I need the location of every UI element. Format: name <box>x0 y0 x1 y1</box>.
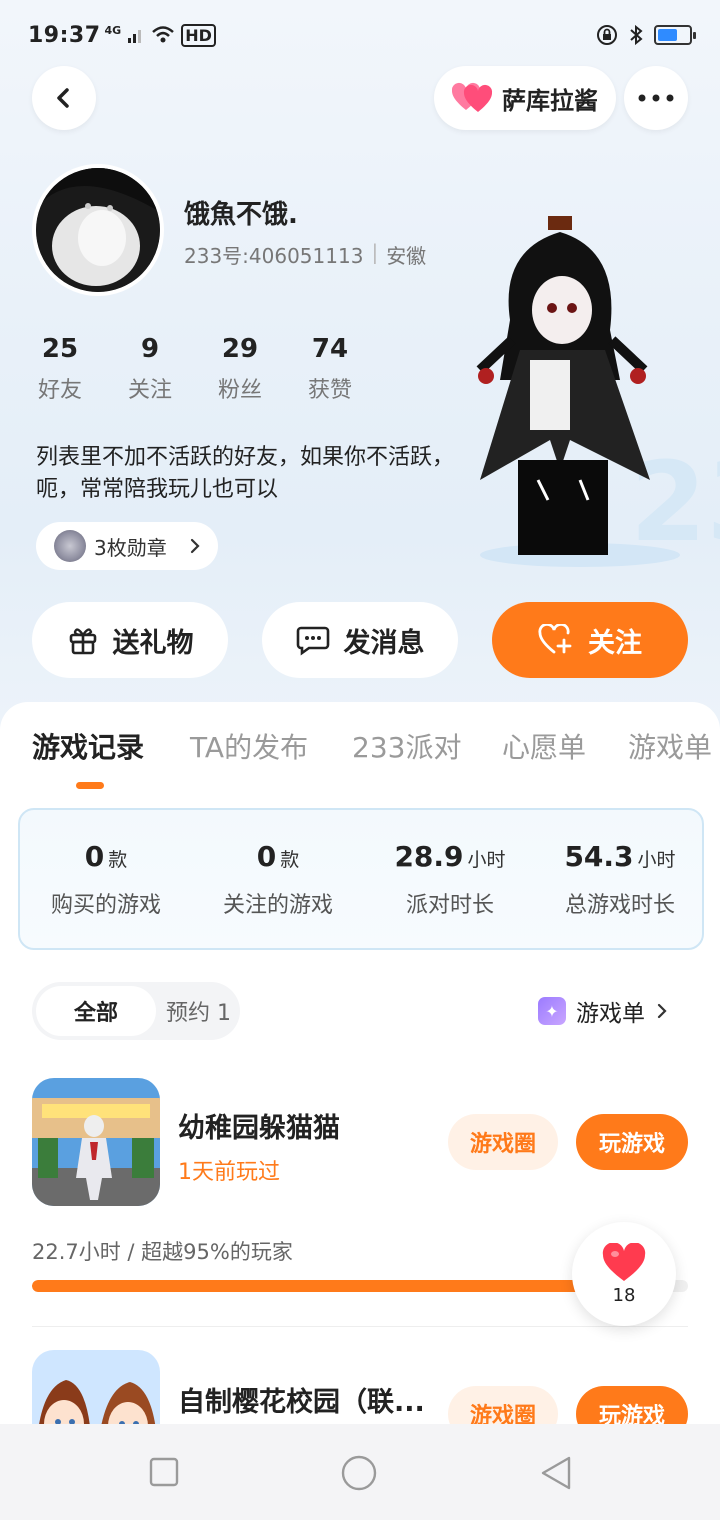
friend-pill-button[interactable]: 萨库拉酱 <box>434 66 616 130</box>
user-id: 233号:406051113 <box>184 244 364 268</box>
battery-icon <box>654 25 696 45</box>
chevron-right-icon <box>657 1003 667 1019</box>
list-divider <box>32 1326 688 1327</box>
medal-icon <box>54 530 86 562</box>
summary-value: 28.9 <box>394 840 464 873</box>
send-gift-label: 送礼物 <box>112 627 194 659</box>
stat-label: 获赞 <box>307 378 352 403</box>
hd-icon: HD <box>181 23 216 47</box>
home-icon[interactable] <box>340 1454 378 1492</box>
stat-value: 9 <box>140 334 160 364</box>
game-summary: 0款 购买的游戏 0款 关注的游戏 28.9 小时 派对时长 54.3 小时 总游戏… <box>18 808 704 950</box>
summary-label: 关注的游戏 <box>222 893 333 918</box>
recent-apps-icon[interactable] <box>148 1456 180 1488</box>
profile-bio: 列表里不加不活跃的好友，如果你不活跃，呃，常常陪我玩儿也可以 <box>36 445 455 502</box>
tab-posts[interactable]: TA的发布 <box>190 726 308 766</box>
badges-label: 3枚勋章 <box>94 535 167 560</box>
game-title[interactable]: 幼稚园躲猫猫 <box>178 1106 340 1145</box>
avatar-image-icon <box>36 168 160 292</box>
wifi-icon <box>152 26 175 43</box>
stat-value: 29 <box>221 334 259 364</box>
filter-all[interactable]: 全部 <box>36 986 156 1036</box>
stat-label: 好友 <box>37 378 82 403</box>
send-gift-button[interactable]: 送礼物 <box>32 602 228 678</box>
like-count: 18 <box>612 1284 636 1306</box>
game-thumbnail[interactable] <box>32 1078 160 1206</box>
network-type: 4G <box>104 23 122 37</box>
game-cover-image-icon <box>32 1078 160 1206</box>
stat-label: 粉丝 <box>217 378 262 403</box>
game-list-link[interactable]: ✦ 游戏单 <box>538 994 669 1028</box>
heart-icon <box>602 1242 646 1281</box>
summary-value: 0 <box>256 840 277 873</box>
username: 饿魚不饿. <box>184 200 298 230</box>
chevron-right-icon <box>190 538 200 554</box>
message-icon <box>296 626 329 656</box>
game-circle-button[interactable]: 游戏圈 <box>448 1114 558 1170</box>
sparkle-icon: ✦ <box>538 997 566 1025</box>
badges-button[interactable]: 3枚勋章 <box>36 522 218 570</box>
friend-name: 萨库拉酱 <box>502 86 598 115</box>
chevron-left-icon <box>57 88 69 108</box>
send-message-label: 发消息 <box>343 627 425 659</box>
stat-friends[interactable]: 25 好友 <box>20 334 100 404</box>
rotation-lock-icon <box>597 25 617 45</box>
stat-fans[interactable]: 29 粉丝 <box>200 334 280 404</box>
summary-unit: 款 <box>108 849 128 871</box>
tab-game-lists[interactable]: 游戏单 <box>628 726 712 766</box>
play-game-button[interactable]: 玩游戏 <box>576 1114 688 1170</box>
status-time: 19:37 <box>28 22 101 48</box>
divider: | <box>371 240 379 264</box>
stat-likes[interactable]: 74 获赞 <box>290 334 370 404</box>
status-bar: 19:37 4G HD <box>0 0 720 70</box>
back-button[interactable] <box>32 66 96 130</box>
game-last-played: 1天前玩过 <box>178 1160 280 1185</box>
bluetooth-icon <box>630 24 643 46</box>
summary-total-time: 54.3 小时 总游戏时长 <box>534 840 706 919</box>
tab-game-records[interactable]: 游戏记录 <box>32 726 144 766</box>
summary-party-time: 28.9 小时 派对时长 <box>364 840 536 919</box>
back-nav-icon[interactable] <box>538 1454 574 1492</box>
play-time-stats: 22.7小时 / 超越95%的玩家 <box>32 1240 293 1264</box>
summary-followed: 0款 关注的游戏 <box>192 840 364 919</box>
game-title[interactable]: 自制樱花校园（联... <box>178 1380 425 1419</box>
stat-following[interactable]: 9 关注 <box>110 334 190 404</box>
summary-value: 54.3 <box>564 840 634 873</box>
gift-icon <box>69 628 96 655</box>
filter-segment: 全部 预约 1 <box>32 982 240 1040</box>
tab-wishlist[interactable]: 心愿单 <box>502 726 586 766</box>
summary-label: 购买的游戏 <box>50 893 161 918</box>
system-navigation-bar <box>0 1424 720 1520</box>
stat-label: 关注 <box>127 378 172 403</box>
double-heart-icon <box>452 82 493 112</box>
summary-value: 0 <box>84 840 105 873</box>
follow-label: 关注 <box>588 627 642 659</box>
summary-purchased: 0款 购买的游戏 <box>20 840 192 919</box>
more-dots-icon <box>638 94 674 102</box>
avatar[interactable] <box>32 164 164 296</box>
user-id-row: 233号:406051113 | 安徽 <box>184 240 426 269</box>
summary-label: 总游戏时长 <box>564 893 675 918</box>
tab-indicator <box>76 782 104 789</box>
follow-button[interactable]: 关注 <box>492 602 688 678</box>
summary-label: 派对时长 <box>405 893 494 918</box>
summary-unit: 小时 <box>467 849 506 871</box>
character-avatar-illustration: 233 <box>476 216 720 567</box>
like-button[interactable]: 18 <box>572 1222 676 1326</box>
profile-tabs: 游戏记录 TA的发布 233派对 心愿单 游戏单 <box>0 726 720 776</box>
game-list-label: 游戏单 <box>576 1001 645 1027</box>
send-message-button[interactable]: 发消息 <box>262 602 458 678</box>
tab-233-party[interactable]: 233派对 <box>352 726 461 766</box>
user-location: 安徽 <box>386 244 427 268</box>
play-progress-fill <box>32 1280 656 1292</box>
stat-value: 74 <box>311 334 349 364</box>
summary-unit: 小时 <box>637 849 676 871</box>
signal-icon <box>128 30 142 43</box>
more-options-button[interactable] <box>624 66 688 130</box>
filter-reserved[interactable]: 预约 1 <box>166 982 231 1040</box>
summary-unit: 款 <box>280 849 300 871</box>
heart-plus-icon <box>538 624 572 654</box>
stat-value: 25 <box>41 334 79 364</box>
